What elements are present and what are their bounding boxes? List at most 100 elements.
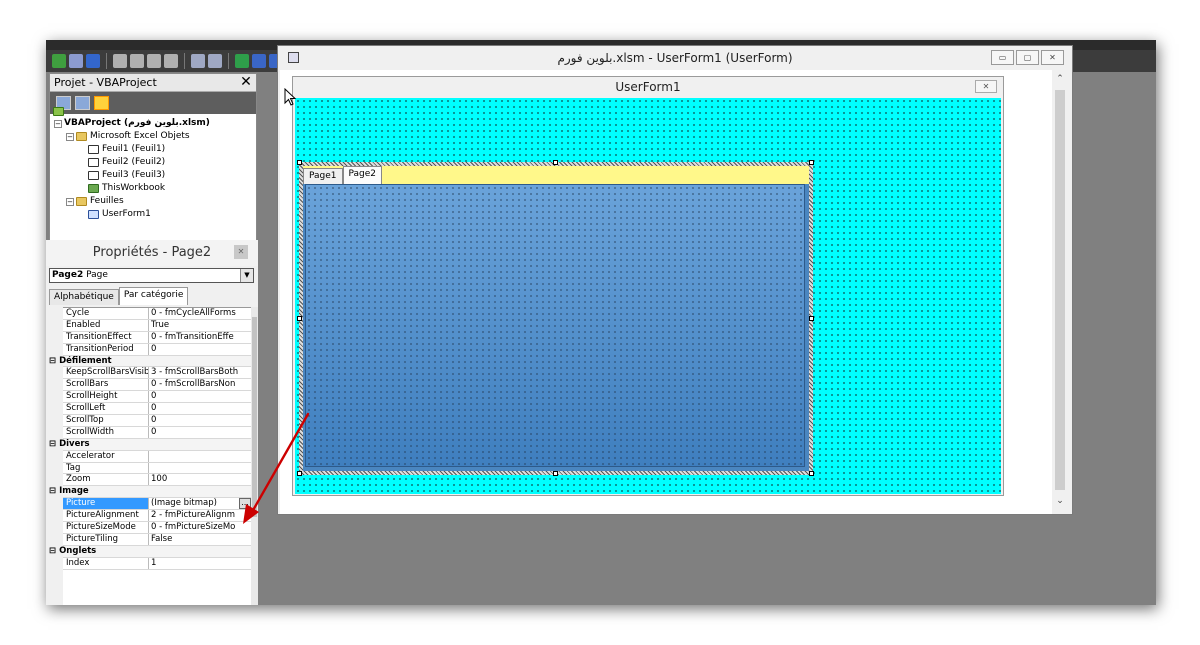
property-value[interactable]: False <box>149 534 251 545</box>
property-value[interactable] <box>149 463 251 474</box>
property-value[interactable]: 2 - fmPictureAlignm <box>149 510 251 521</box>
paste-icon[interactable] <box>147 54 161 68</box>
tree-item-feuil3[interactable]: Feuil3 (Feuil3) <box>54 169 256 182</box>
property-value[interactable]: 0 - fmScrollBarsNon <box>149 379 251 390</box>
tab-alphabetique[interactable]: Alphabétique <box>49 289 119 305</box>
save-icon[interactable] <box>86 54 100 68</box>
property-value[interactable]: 1 <box>149 558 251 569</box>
property-row[interactable]: Enabled True <box>63 319 251 332</box>
insert-userform-icon[interactable] <box>69 54 83 68</box>
break-icon[interactable] <box>252 54 266 68</box>
property-value[interactable]: 3 - fmScrollBarsBoth <box>149 367 251 378</box>
chevron-up-icon[interactable]: ⌃ <box>1052 74 1068 88</box>
tab-page1[interactable]: Page1 <box>303 168 343 184</box>
resize-handle[interactable] <box>297 471 302 476</box>
resize-handle[interactable] <box>809 160 814 165</box>
property-value[interactable]: (Image bitmap)... <box>149 498 251 510</box>
resize-handle[interactable] <box>809 471 814 476</box>
property-category[interactable]: ⊟ Image <box>49 486 251 499</box>
collapse-icon[interactable]: − <box>66 197 74 206</box>
property-row[interactable]: TransitionEffect 0 - fmTransitionEffe <box>63 331 251 344</box>
object-selector[interactable]: Page2 Page ▼ <box>49 268 254 283</box>
property-category[interactable]: ⊟ Onglets <box>49 545 251 558</box>
tree-item-label: Feuil1 (Feuil1) <box>102 144 166 154</box>
resize-handle[interactable] <box>297 316 302 321</box>
chevron-down-icon[interactable]: ⌄ <box>1052 496 1068 510</box>
multipage-control[interactable]: Page1 Page2 <box>303 166 809 471</box>
property-value[interactable]: 0 - fmCycleAllForms <box>149 308 251 319</box>
property-value[interactable]: 0 <box>149 415 251 426</box>
chevron-down-icon[interactable]: ▼ <box>240 269 253 282</box>
property-row[interactable]: ScrollWidth 0 <box>63 426 251 439</box>
property-value[interactable]: 0 - fmPictureSizeMo <box>149 522 251 533</box>
resize-handle[interactable] <box>297 160 302 165</box>
property-category[interactable]: ⊟ Défilement <box>49 355 251 368</box>
close-button[interactable]: ✕ <box>1041 50 1064 65</box>
property-value[interactable]: 100 <box>149 474 251 485</box>
property-value[interactable]: 0 <box>149 427 251 438</box>
property-row[interactable]: Picture (Image bitmap)... <box>63 498 251 511</box>
ellipsis-button[interactable]: ... <box>239 498 251 510</box>
view-object-icon[interactable] <box>75 96 90 110</box>
property-row[interactable]: Index 1 <box>63 557 251 570</box>
collapse-icon[interactable]: − <box>66 132 74 141</box>
resize-handle[interactable] <box>553 160 558 165</box>
copy-icon[interactable] <box>130 54 144 68</box>
close-icon[interactable]: ✕ <box>238 75 254 90</box>
toggle-folders-icon[interactable] <box>94 96 109 110</box>
property-row[interactable]: PictureSizeMode 0 - fmPictureSizeMo <box>63 522 251 534</box>
property-name: ScrollLeft <box>63 403 149 415</box>
property-row[interactable]: PictureAlignment 2 - fmPictureAlignm <box>63 510 251 523</box>
property-value-text: False <box>151 533 173 544</box>
collapse-icon[interactable]: − <box>54 119 62 128</box>
property-value[interactable]: 0 <box>149 391 251 402</box>
cut-icon[interactable] <box>113 54 127 68</box>
run-icon[interactable] <box>235 54 249 68</box>
resize-handle[interactable] <box>553 471 558 476</box>
redo-icon[interactable] <box>208 54 222 68</box>
scrollbar-thumb[interactable] <box>1055 90 1065 490</box>
close-icon[interactable]: ✕ <box>234 245 248 259</box>
property-value[interactable]: True <box>149 320 251 331</box>
minimize-button[interactable]: ▭ <box>991 50 1014 65</box>
property-row[interactable]: KeepScrollBarsVisible 3 - fmScrollBarsBot… <box>63 367 251 380</box>
property-row[interactable]: Accelerator <box>63 450 251 463</box>
find-icon[interactable] <box>164 54 178 68</box>
page2-content[interactable] <box>305 184 805 467</box>
property-row[interactable]: ScrollTop 0 <box>63 415 251 427</box>
tab-par-categorie[interactable]: Par catégorie <box>118 287 189 305</box>
tree-item-excel-objects[interactable]: − Microsoft Excel Objets <box>54 130 256 143</box>
tree-item-feuilles[interactable]: − Feuilles <box>54 195 256 208</box>
property-row[interactable]: Cycle 0 - fmCycleAllForms <box>63 308 251 320</box>
tree-item-thisworkbook[interactable]: ThisWorkbook <box>54 182 256 195</box>
undo-icon[interactable] <box>191 54 205 68</box>
property-value[interactable]: 0 - fmTransitionEffe <box>149 332 251 343</box>
property-row[interactable]: Zoom 100 <box>63 474 251 487</box>
maximize-button[interactable]: ▢ <box>1016 50 1039 65</box>
tab-page2[interactable]: Page2 <box>342 166 383 184</box>
property-row[interactable]: TransitionPeriod 0 <box>63 343 251 356</box>
property-value[interactable] <box>149 451 251 462</box>
designer-vertical-scrollbar[interactable]: ⌃ ⌄ <box>1052 70 1068 514</box>
property-grid-scrollbar[interactable] <box>251 307 258 605</box>
worksheet-icon <box>88 171 99 180</box>
property-row[interactable]: Tag <box>63 462 251 475</box>
resize-handle[interactable] <box>809 316 814 321</box>
property-row[interactable]: ScrollHeight 0 <box>63 391 251 404</box>
userform-body[interactable]: Page1 Page2 <box>295 98 1001 494</box>
tree-item-feuil2[interactable]: Feuil2 (Feuil2) <box>54 156 256 169</box>
property-value[interactable]: 0 <box>149 403 251 414</box>
property-row[interactable]: ScrollLeft 0 <box>63 403 251 416</box>
userform1[interactable]: UserForm1 ✕ Page1 Page2 <box>292 76 1004 496</box>
property-row[interactable]: ScrollBars 0 - fmScrollBarsNon <box>63 379 251 392</box>
tree-item-vbaproject[interactable]: − VBAProject (بلوين فورم.xlsm) <box>53 107 256 130</box>
property-category[interactable]: ⊟ Divers <box>49 438 251 451</box>
tree-item-userform1[interactable]: UserForm1 <box>54 208 256 221</box>
tree-item-feuil1[interactable]: Feuil1 (Feuil1) <box>54 143 256 156</box>
excel-view-icon[interactable] <box>52 54 66 68</box>
scrollbar-thumb[interactable] <box>252 317 257 517</box>
worksheet-icon <box>88 158 99 167</box>
property-row[interactable]: PictureTiling False <box>63 533 251 546</box>
folder-icon <box>76 197 87 206</box>
property-value[interactable]: 0 <box>149 344 251 355</box>
